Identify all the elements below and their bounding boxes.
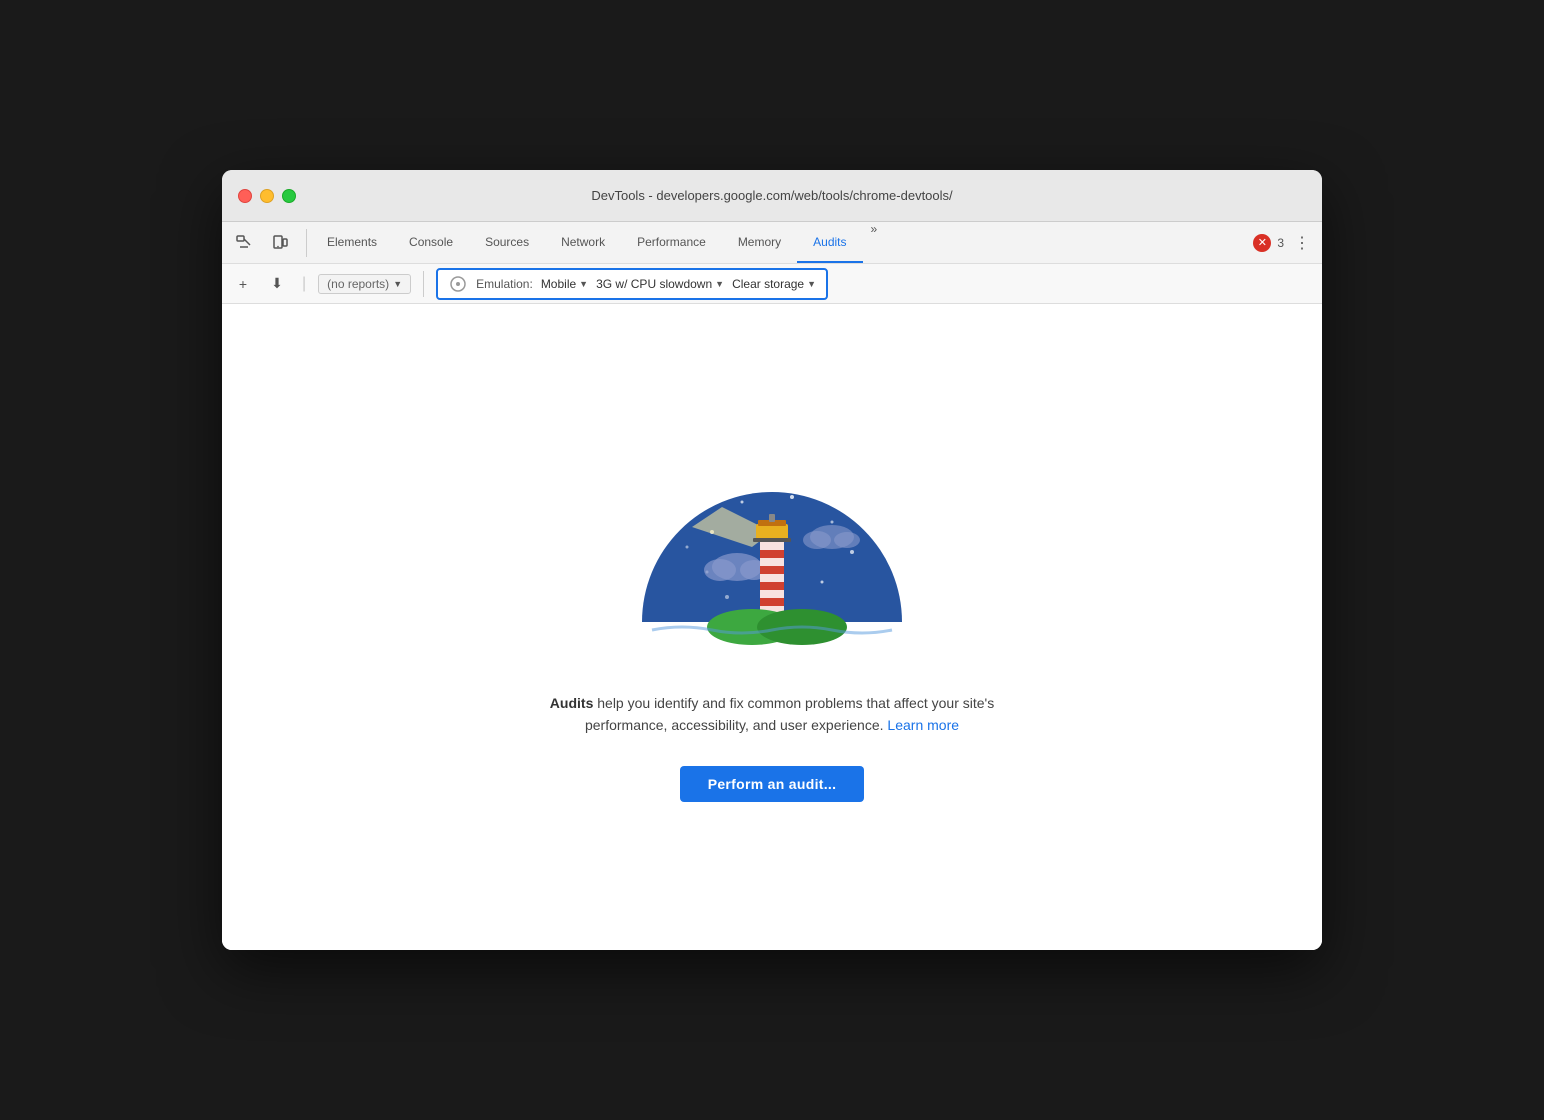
learn-more-link[interactable]: Learn more xyxy=(887,717,959,733)
devtools-panel: Elements Console Sources Network Perform… xyxy=(222,222,1322,950)
maximize-button[interactable] xyxy=(282,189,296,203)
emulation-dropdown[interactable]: Mobile ▼ xyxy=(541,277,588,291)
nav-more-button[interactable]: » xyxy=(863,222,886,263)
tab-memory[interactable]: Memory xyxy=(722,222,797,263)
inspect-icon[interactable] xyxy=(230,229,258,257)
nav-right: ✕ 3 ⋮ xyxy=(1253,233,1314,253)
emulation-dropdown-arrow: ▼ xyxy=(579,279,588,289)
device-icon[interactable] xyxy=(266,229,294,257)
reports-dropdown-arrow: ▼ xyxy=(393,279,402,289)
perform-audit-button[interactable]: Perform an audit... xyxy=(680,766,865,802)
browser-window: DevTools - developers.google.com/web/too… xyxy=(222,170,1322,950)
clear-storage-dropdown[interactable]: Clear storage ▼ xyxy=(732,277,816,291)
tab-sources[interactable]: Sources xyxy=(469,222,545,263)
description: Audits help you identify and fix common … xyxy=(532,692,1012,737)
tab-console[interactable]: Console xyxy=(393,222,469,263)
more-menu-icon[interactable]: ⋮ xyxy=(1290,233,1314,253)
toolbar-left: + ⬇ | (no reports) ▼ xyxy=(230,271,424,297)
main-content: Audits help you identify and fix common … xyxy=(222,304,1322,950)
nav-tabs: Elements Console Sources Network Perform… xyxy=(311,222,885,263)
run-icon xyxy=(448,274,468,294)
nav-icons xyxy=(230,229,307,257)
emulation-label: Emulation: xyxy=(476,277,533,291)
close-button[interactable] xyxy=(238,189,252,203)
tab-performance[interactable]: Performance xyxy=(621,222,722,263)
separator-line: | xyxy=(302,275,306,293)
secondary-toolbar: + ⬇ | (no reports) ▼ xyxy=(222,264,1322,304)
error-count: 3 xyxy=(1277,236,1284,250)
tab-elements[interactable]: Elements xyxy=(311,222,393,263)
traffic-lights xyxy=(238,189,296,203)
network-dropdown[interactable]: 3G w/ CPU slowdown ▼ xyxy=(596,277,724,291)
error-close-icon[interactable]: ✕ xyxy=(1253,234,1271,252)
download-report-button[interactable]: ⬇ xyxy=(264,271,290,297)
window-title: DevTools - developers.google.com/web/too… xyxy=(591,188,952,203)
add-report-button[interactable]: + xyxy=(230,271,256,297)
minimize-button[interactable] xyxy=(260,189,274,203)
reports-dropdown[interactable]: (no reports) ▼ xyxy=(318,274,411,294)
tab-audits[interactable]: Audits xyxy=(797,222,862,263)
lighthouse-illustration xyxy=(632,452,912,652)
title-bar: DevTools - developers.google.com/web/too… xyxy=(222,170,1322,222)
clear-storage-dropdown-arrow: ▼ xyxy=(807,279,816,289)
nav-bar: Elements Console Sources Network Perform… xyxy=(222,222,1322,264)
tab-network[interactable]: Network xyxy=(545,222,621,263)
emulation-bar: Emulation: Mobile ▼ 3G w/ CPU slowdown ▼… xyxy=(436,268,828,300)
network-dropdown-arrow: ▼ xyxy=(715,279,724,289)
